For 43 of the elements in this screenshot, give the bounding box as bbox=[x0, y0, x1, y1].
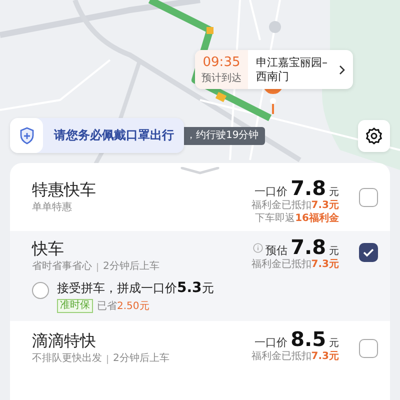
currency-unit: 元 bbox=[202, 281, 214, 295]
radio-button[interactable] bbox=[32, 282, 49, 299]
discount-note: 福利金已抵扣7.3元 bbox=[251, 199, 339, 212]
shield-icon bbox=[18, 126, 34, 144]
price: 8.5 bbox=[290, 329, 326, 350]
price-label: 一口价 bbox=[254, 184, 288, 199]
arrival-label: 预计到达 bbox=[202, 72, 242, 84]
checkbox[interactable] bbox=[359, 188, 378, 207]
collapse-handle-icon[interactable] bbox=[180, 167, 220, 175]
settings-button[interactable] bbox=[358, 120, 390, 152]
arrival-card[interactable]: 09:35 预计到达 申江嘉宝丽园–西南门 bbox=[195, 50, 353, 89]
checkbox[interactable] bbox=[359, 243, 378, 262]
checkbox[interactable] bbox=[359, 339, 378, 358]
option-subtitle: 2分钟后上车 bbox=[103, 261, 160, 273]
currency-unit: 元 bbox=[329, 337, 339, 350]
option-subtitle: 省时省事省心 bbox=[32, 261, 92, 273]
option-subtitle: 不排队更快出发 bbox=[32, 353, 102, 365]
price-label: 一口价 bbox=[254, 335, 288, 350]
option-name: 快车 bbox=[32, 239, 65, 259]
savings-note: 已省2.50元 bbox=[97, 300, 150, 313]
carpool-text: 接受拼车，拼成一口价 bbox=[57, 281, 177, 295]
price: 7.8 bbox=[290, 178, 326, 199]
option-name: 滴滴特快 bbox=[32, 331, 97, 351]
settings-icon bbox=[365, 127, 383, 145]
discount-note: 福利金已抵扣7.3元 bbox=[251, 258, 339, 271]
tag: 准时保 bbox=[57, 299, 93, 313]
discount-note: 下车即返16福利金 bbox=[255, 212, 339, 225]
price: 7.8 bbox=[290, 237, 326, 258]
checkmark-icon bbox=[363, 248, 374, 257]
destination-name: 申江嘉宝丽园–西南门 bbox=[255, 56, 328, 84]
option-subtitle: 2分钟后上车 bbox=[113, 353, 170, 365]
currency-unit: 元 bbox=[329, 186, 339, 199]
price-label: 预估 bbox=[266, 243, 288, 258]
arrival-time: 09:35 bbox=[202, 54, 240, 70]
chevron-icon bbox=[337, 64, 347, 76]
option-name: 特惠快车 bbox=[32, 180, 97, 200]
info-icon[interactable] bbox=[252, 242, 263, 252]
banner-text: 请您务必佩戴口罩出行 bbox=[52, 127, 175, 144]
option-subtitle: 单单特惠 bbox=[32, 202, 72, 214]
discount-note: 福利金已抵扣7.3元 bbox=[251, 350, 339, 363]
trip-duration: ，约行驶19分钟 bbox=[182, 127, 265, 145]
currency-unit: 元 bbox=[329, 245, 339, 258]
carpool-price: 5.3 bbox=[177, 280, 202, 296]
